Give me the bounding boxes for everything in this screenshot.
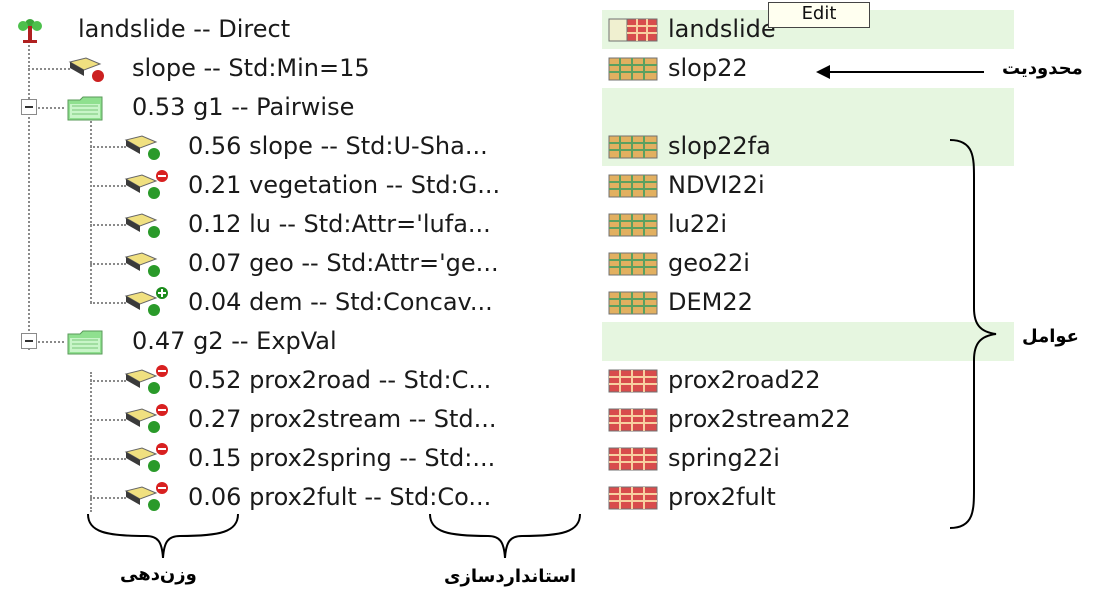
map-name: geo22i [668, 249, 750, 277]
weighting-brace [87, 513, 239, 559]
constraint-annotation: محدودیت [1002, 58, 1083, 79]
tree-node-factor[interactable]: 0.07 geo -- Std:Attr='ge... geo22i [0, 244, 1108, 283]
tree-node-factor[interactable]: 0.12 lu -- Std:Attr='lufa... lu22i [0, 205, 1108, 244]
node-label: 0.04 dem -- Std:Concav... [188, 288, 493, 316]
map-name: prox2road22 [668, 366, 821, 394]
standardization-brace [429, 513, 581, 559]
node-label: 0.52 prox2road -- Std:C... [188, 366, 492, 394]
raster-map-icon [608, 57, 658, 81]
raster-map-icon [608, 135, 658, 159]
tree-line [90, 224, 126, 226]
tree-line [38, 341, 64, 343]
tree-line [90, 419, 126, 421]
tree-line [28, 68, 70, 70]
tree-node-group-g1[interactable]: 0.53 g1 -- Pairwise [0, 88, 1108, 127]
raster-map-icon [608, 408, 658, 432]
collapse-toggle[interactable] [21, 99, 37, 115]
tree-node-factor[interactable]: 0.27 prox2stream -- Std... prox2stream22 [0, 400, 1108, 439]
folder-icon [67, 96, 103, 121]
tree-line [90, 302, 126, 304]
factor-icon [124, 135, 160, 160]
tree-node-factor[interactable]: 0.21 vegetation -- Std:G... NDVI22i [0, 166, 1108, 205]
factor-icon [124, 252, 160, 277]
tree-line [90, 146, 126, 148]
node-label: 0.07 geo -- Std:Attr='ge... [188, 249, 499, 277]
node-label: slope -- Std:Min=15 [132, 54, 370, 82]
tree-node-factor[interactable]: 0.04 dem -- Std:Concav... DEM22 [0, 283, 1108, 322]
raster-map-icon [608, 174, 658, 198]
factor-minus-icon [124, 170, 168, 199]
node-label: 0.47 g2 -- ExpVal [132, 327, 337, 355]
map-name: prox2stream22 [668, 405, 851, 433]
raster-map-icon [608, 369, 658, 393]
tree-node-factor[interactable]: 0.56 slope -- Std:U-Sha... slop22fa [0, 127, 1108, 166]
factor-icon [124, 213, 160, 238]
standardization-annotation: استانداردسازی [444, 566, 577, 587]
node-label: 0.56 slope -- Std:U-Sha... [188, 132, 488, 160]
folder-icon [67, 330, 103, 355]
constraint-arrow [816, 65, 984, 79]
raster-map-icon [608, 18, 658, 42]
node-label: 0.15 prox2spring -- Std:... [188, 444, 496, 472]
tree-node-root[interactable]: landslide -- Direct landslide [0, 10, 1108, 49]
map-name: prox2fult [668, 483, 776, 511]
tree-node-factor[interactable]: 0.52 prox2road -- Std:C... prox2road22 [0, 361, 1108, 400]
factor-plus-icon [124, 287, 168, 316]
map-name: spring22i [668, 444, 780, 472]
tree-line [90, 263, 126, 265]
map-name: slop22fa [668, 132, 771, 160]
weighting-annotation: وزن‌دهی [120, 564, 197, 585]
factor-minus-icon [124, 443, 168, 472]
factor-minus-icon [124, 404, 168, 433]
raster-map-icon [608, 447, 658, 471]
node-label: 0.27 prox2stream -- Std... [188, 405, 497, 433]
factor-minus-icon [124, 482, 168, 511]
raster-map-icon [608, 252, 658, 276]
node-label: 0.21 vegetation -- Std:G... [188, 171, 501, 199]
tree-line [90, 380, 126, 382]
factor-minus-icon [124, 365, 168, 394]
raster-map-icon [608, 213, 658, 237]
node-label: 0.12 lu -- Std:Attr='lufa... [188, 210, 491, 238]
edit-tooltip: Edit [768, 2, 870, 28]
node-label: landslide -- Direct [78, 15, 291, 43]
node-label: 0.06 prox2fult -- Std:Co... [188, 483, 492, 511]
tree-line [90, 497, 126, 499]
tree-root-icon [18, 19, 42, 43]
map-name: slop22 [668, 54, 748, 82]
map-name: DEM22 [668, 288, 753, 316]
map-name: NDVI22i [668, 171, 765, 199]
raster-map-icon [608, 291, 658, 315]
tree-line [38, 107, 64, 109]
factors-brace [949, 139, 997, 529]
map-name: lu22i [668, 210, 728, 238]
tree-node-factor[interactable]: 0.15 prox2spring -- Std:... spring22i [0, 439, 1108, 478]
raster-map-icon [608, 486, 658, 510]
tree-line [90, 185, 126, 187]
node-label: 0.53 g1 -- Pairwise [132, 93, 355, 121]
collapse-toggle[interactable] [21, 333, 37, 349]
factors-annotation: عوامل [1022, 326, 1079, 347]
tree-node-group-g2[interactable]: 0.47 g2 -- ExpVal [0, 322, 1108, 361]
map-name: landslide [668, 15, 776, 43]
tree-line [90, 458, 126, 460]
constraint-icon [68, 57, 104, 82]
